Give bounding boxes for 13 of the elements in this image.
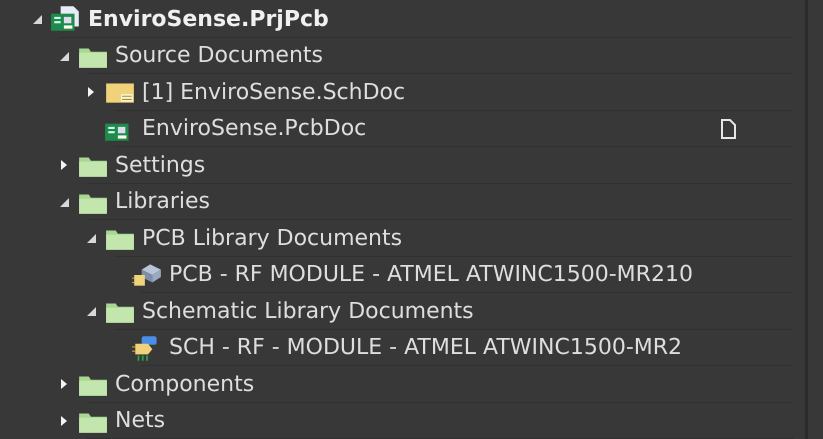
- tree-item-label[interactable]: Nets: [115, 404, 166, 438]
- board-icon: [50, 5, 82, 34]
- tree-item-label[interactable]: Source Documents: [115, 39, 323, 72]
- tree-item-label[interactable]: Components: [115, 368, 254, 401]
- tree-item-label[interactable]: Schematic Library Documents: [142, 294, 474, 328]
- tree-item-label[interactable]: PCB Library Documents: [142, 222, 402, 255]
- tree-item-label[interactable]: PCB - RF MODULE - ATMEL ATWINC1500-MR210: [169, 258, 693, 292]
- tree-item-label[interactable]: SCH - RF - MODULE - ATMEL ATWINC1500-MR2: [169, 331, 682, 364]
- tree-item-label[interactable]: EnviroSense.PrjPcb: [88, 2, 329, 36]
- tree-item-label[interactable]: Settings: [115, 148, 206, 182]
- tree-item-label[interactable]: [1] EnviroSense.SchDoc: [142, 76, 406, 109]
- tree-item-label[interactable]: Libraries: [115, 185, 210, 218]
- tree-item-label[interactable]: EnviroSense.PcbDoc: [142, 112, 366, 146]
